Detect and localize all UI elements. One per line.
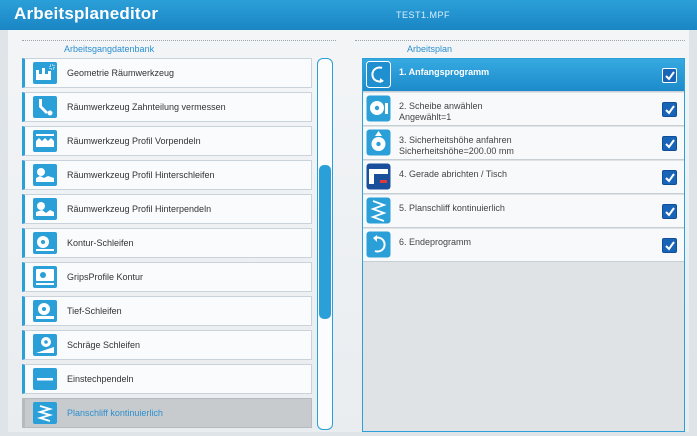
divider xyxy=(22,40,336,41)
title-bar: Arbeitsplaneditor TEST1.MPF xyxy=(0,0,697,30)
checkbox-checked[interactable] xyxy=(662,204,677,219)
safety-height-icon xyxy=(366,129,391,156)
list-item-label: Räumwerkzeug Profil Hinterpendeln xyxy=(67,204,212,214)
scrollbar-thumb[interactable] xyxy=(319,165,331,319)
plan-step-label: 5. Planschliff kontinuierlich xyxy=(399,203,505,213)
angled-grinding-icon xyxy=(33,334,57,356)
plan-step-label: 2. Scheibe anwählen xyxy=(399,101,483,111)
list-item-label: Räumwerkzeug Zahnteilung vermessen xyxy=(67,102,226,112)
plan-step-dress-straight[interactable]: 4. Gerade abrichten / Tisch xyxy=(363,161,684,194)
plan-step-label: 1. Anfangsprogramm xyxy=(399,67,490,77)
deep-grinding-icon xyxy=(33,300,57,322)
plan-step-safety-height[interactable]: 3. Sicherheitshöhe anfahren Sicherheitsh… xyxy=(363,127,684,160)
list-item-label: Räumwerkzeug Profil Vorpendeln xyxy=(67,136,201,146)
operations-list: Geometrie Räumwerkzeug Räumwerkzeug Zahn… xyxy=(22,58,312,436)
plan-step-end-program[interactable]: 6. Endeprogramm xyxy=(363,229,684,262)
checkbox-checked[interactable] xyxy=(662,238,677,253)
list-item-profile-relief[interactable]: Räumwerkzeug Profil Hinterschleifen xyxy=(22,160,312,190)
work-plan-heading: Arbeitsplan xyxy=(407,44,453,54)
dress-straight-icon xyxy=(366,163,391,190)
plan-step-label: 6. Endeprogramm xyxy=(399,237,472,247)
list-item-surface-grinding[interactable]: Planschliff kontinuierlich xyxy=(22,398,312,428)
select-wheel-icon xyxy=(366,95,391,122)
plan-step-select-wheel[interactable]: 2. Scheibe anwählen Angewählt=1 xyxy=(363,93,684,126)
plan-step-label: 4. Gerade abrichten / Tisch xyxy=(399,169,508,179)
plunge-oscillation-icon xyxy=(33,368,57,390)
file-name: TEST1.MPF xyxy=(396,10,451,20)
list-item-label: Schräge Schleifen xyxy=(67,340,141,350)
list-item-plunge-oscillation[interactable]: Einstechpendeln xyxy=(22,364,312,394)
app-title: Arbeitsplaneditor xyxy=(14,4,159,23)
plan-step-start-program[interactable]: 1. Anfangsprogramm xyxy=(363,59,684,92)
list-item-contour-grinding[interactable]: Kontur-Schleifen xyxy=(22,228,312,258)
broach-geometry-icon xyxy=(33,62,57,84)
checkbox-checked[interactable] xyxy=(662,170,677,185)
list-item-geometry-broach[interactable]: Geometrie Räumwerkzeug xyxy=(22,58,312,88)
end-program-icon xyxy=(366,231,391,258)
operations-scrollbar[interactable] xyxy=(317,58,333,430)
divider xyxy=(355,40,685,41)
list-item-gripsprofile[interactable]: GripsProfile Kontur xyxy=(22,262,312,292)
measure-probe-icon xyxy=(33,96,57,118)
list-item-label: Tief-Schleifen xyxy=(67,306,122,316)
plan-step-detail: Sicherheitshöhe=200.00 mm xyxy=(399,146,514,156)
list-item-label: Geometrie Räumwerkzeug xyxy=(67,68,175,78)
surface-grinding-icon xyxy=(366,197,391,224)
operations-db-header: Arbeitsgangdatenbank xyxy=(22,38,336,56)
surface-grinding-icon xyxy=(33,402,57,424)
list-item-label: Räumwerkzeug Profil Hinterschleifen xyxy=(67,170,215,180)
work-plan-list: 1. Anfangsprogramm 2. Scheibe anwählen A… xyxy=(362,58,685,432)
plan-step-surface-grinding[interactable]: 5. Planschliff kontinuierlich xyxy=(363,195,684,228)
gripsprofile-icon xyxy=(33,266,57,288)
list-item-profile-preswing[interactable]: Räumwerkzeug Profil Vorpendeln xyxy=(22,126,312,156)
list-item-profile-backswing[interactable]: Räumwerkzeug Profil Hinterpendeln xyxy=(22,194,312,224)
checkbox-checked[interactable] xyxy=(662,102,677,117)
checkbox-checked[interactable] xyxy=(662,136,677,151)
plan-step-label: 3. Sicherheitshöhe anfahren xyxy=(399,135,512,145)
contour-grinding-icon xyxy=(33,232,57,254)
list-item-label: Einstechpendeln xyxy=(67,374,134,384)
list-item-measure-pitch[interactable]: Räumwerkzeug Zahnteilung vermessen xyxy=(22,92,312,122)
broach-backswing-icon xyxy=(33,198,57,220)
plan-step-detail: Angewählt=1 xyxy=(399,112,452,122)
list-item-label: Planschliff kontinuierlich xyxy=(67,408,163,418)
list-item-deep-grinding[interactable]: Tief-Schleifen xyxy=(22,296,312,326)
checkbox-checked[interactable] xyxy=(662,68,677,83)
list-item-label: GripsProfile Kontur xyxy=(67,272,144,282)
broach-profile-icon xyxy=(33,130,57,152)
list-item-angled-grinding[interactable]: Schräge Schleifen xyxy=(22,330,312,360)
list-item-label: Kontur-Schleifen xyxy=(67,238,134,248)
operations-db-heading: Arbeitsgangdatenbank xyxy=(64,44,155,54)
work-plan-header: Arbeitsplan xyxy=(355,38,685,56)
broach-relief-icon xyxy=(33,164,57,186)
start-program-icon xyxy=(366,61,391,88)
